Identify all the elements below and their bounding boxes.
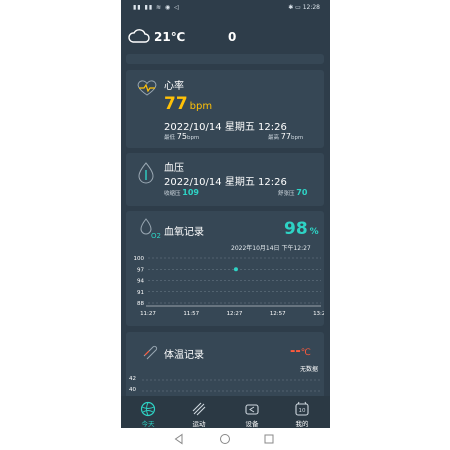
heart-rate-max-label: 最高 <box>268 135 280 141</box>
spo2-ytick: 100 <box>134 256 145 262</box>
recents-icon[interactable] <box>263 433 275 445</box>
weather-row[interactable]: 21℃ 0 <box>128 28 323 48</box>
card-top-strip <box>126 54 324 64</box>
heart-rate-max: 最高 77bpm <box>268 132 303 141</box>
profile-icon: 10 <box>295 401 309 416</box>
run-icon <box>192 402 206 416</box>
spo2-title: 血氧记录 <box>164 227 204 238</box>
temp-ytick-40: 40 <box>129 387 136 393</box>
blood-pressure-title: 血压 <box>164 163 184 174</box>
heart-rate-unit: bpm <box>189 101 213 112</box>
spo2-ytick: 94 <box>137 279 144 285</box>
spo2-ytick: 91 <box>137 290 144 296</box>
diastolic-value: 70 <box>296 188 308 197</box>
heart-rate-card[interactable]: 心率 77 bpm 2022/10/14 星期五 12:26 最低 75bpm 最… <box>126 70 324 148</box>
temperature-unit: ℃ <box>300 348 311 358</box>
nav-device-label: 设备 <box>245 420 259 428</box>
nav-device[interactable]: 设备 <box>231 398 273 428</box>
weather-temperature: 21℃ <box>154 30 186 44</box>
cloud-icon <box>128 29 150 43</box>
nav-today[interactable]: 今天 <box>127 398 169 428</box>
ball-icon <box>140 401 156 417</box>
heart-rate-min: 最低 75bpm <box>164 132 199 141</box>
systolic-value: 109 <box>182 188 199 197</box>
systolic: 收缩压 109 <box>164 188 199 197</box>
blood-pressure-datetime: 2022/10/14 星期五 12:26 <box>164 177 287 188</box>
status-icons-right: ✱ ▭ 12:28 <box>288 4 320 11</box>
spo2-xtick: 12:57 <box>270 311 286 317</box>
spo2-xtick: 11:57 <box>183 311 199 317</box>
status-bar: ▮▮ ▮▮ ≋ ◉ ◁ ✱ ▭ 12:28 <box>121 0 330 16</box>
o2-icon-text: O2 <box>151 232 161 239</box>
heart-rate-min-value: 75 <box>176 132 187 141</box>
home-icon[interactable] <box>219 433 231 445</box>
spo2-ytick: 97 <box>137 267 144 273</box>
heart-rate-icon <box>137 80 157 96</box>
spo2-unit: % <box>309 227 319 237</box>
phone-screen: ▮▮ ▮▮ ≋ ◉ ◁ ✱ ▭ 12:28 21℃ 0 心率 77 bpm 202… <box>121 0 330 450</box>
temperature-card[interactable]: 体温记录 --℃ 无数据 42 40 <box>126 332 324 402</box>
heart-rate-max-value: 77 <box>280 132 291 141</box>
status-icons-left: ▮▮ ▮▮ ≋ ◉ ◁ <box>133 4 180 11</box>
nav-today-label: 今天 <box>141 420 155 428</box>
spo2-datetime: 2022年10月14日 下午12:27 <box>231 245 311 252</box>
nav-sport-label: 运动 <box>192 420 206 428</box>
blood-pressure-card[interactable]: 血压 2022/10/14 星期五 12:26 收缩压 109 舒张压 70 <box>126 153 324 206</box>
back-icon[interactable] <box>173 433 185 445</box>
spo2-ytick: 88 <box>137 301 144 307</box>
thermometer-icon <box>143 345 158 360</box>
spo2-point <box>233 267 238 272</box>
spo2-chart: 100 97 94 91 88 11:27 11:57 12:27 12:57 13:27 <box>134 256 325 317</box>
spo2-xtick: 12:27 <box>227 311 243 317</box>
spo2-number: 98 <box>284 219 308 239</box>
systolic-label: 收缩压 <box>164 191 181 197</box>
nav-mine-label: 我的 <box>295 420 309 428</box>
watch-icon <box>245 404 259 415</box>
profile-badge-text: 10 <box>299 408 306 414</box>
drop-o2-icon: O2 <box>140 218 161 239</box>
heart-rate-title: 心率 <box>164 81 184 92</box>
spo2-card[interactable]: O2 血氧记录 98% 2022年10月14日 下午12:27 100 97 94 9… <box>126 211 324 326</box>
temperature-value: --℃ <box>290 344 311 359</box>
temperature-nodata: 无数据 <box>300 366 319 373</box>
spo2-xtick: 11:27 <box>140 311 156 317</box>
diastolic: 舒张压 70 <box>278 188 307 197</box>
step-count: 0 <box>228 30 237 44</box>
heart-rate-min-unit: bpm <box>186 135 200 141</box>
heart-rate-number: 77 <box>164 94 188 114</box>
temperature-number: -- <box>290 344 301 359</box>
temp-ytick-42: 42 <box>129 376 136 382</box>
heart-rate-datetime: 2022/10/14 星期五 12:26 <box>164 122 287 133</box>
heart-rate-value: 77 bpm <box>164 94 212 114</box>
spo2-xtick: 13:27 <box>313 311 324 317</box>
heart-rate-max-unit: bpm <box>290 135 304 141</box>
heart-rate-min-label: 最低 <box>164 135 176 141</box>
spo2-value: 98% <box>284 219 319 239</box>
bottom-nav: 今天 运动 设备 10 我的 <box>121 396 330 428</box>
system-nav-bar <box>121 428 330 450</box>
blood-pressure-icon <box>138 162 154 184</box>
nav-mine[interactable]: 10 我的 <box>281 398 323 428</box>
diastolic-label: 舒张压 <box>278 191 295 197</box>
nav-sport[interactable]: 运动 <box>178 398 220 428</box>
temperature-gridlines <box>142 379 322 392</box>
temperature-title: 体温记录 <box>164 350 204 361</box>
